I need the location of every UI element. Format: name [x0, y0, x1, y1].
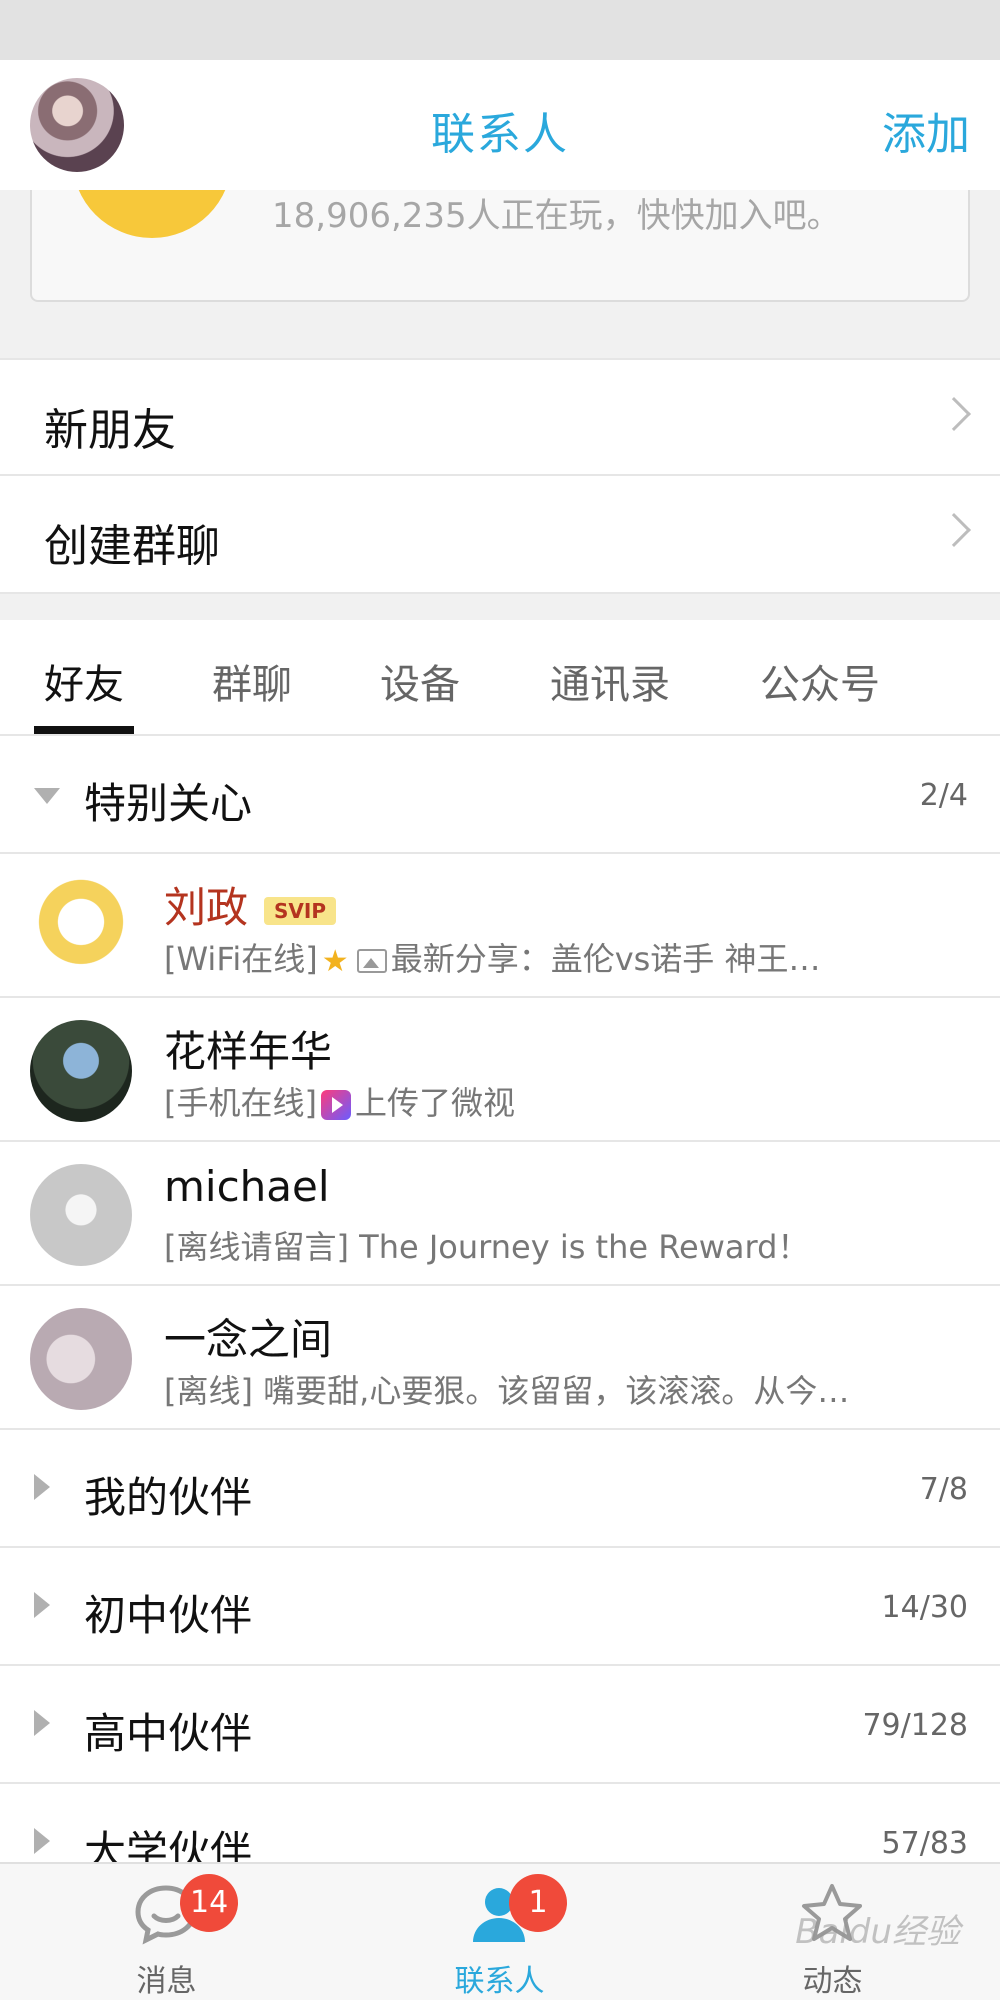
- group-row[interactable]: 高中伙伴 79/128: [0, 1666, 1000, 1784]
- unread-badge: 1: [509, 1874, 567, 1932]
- collapsed-triangle-icon: [34, 1592, 50, 1618]
- add-button[interactable]: 添加: [882, 98, 970, 162]
- group-row[interactable]: 初中伙伴 14/30: [0, 1548, 1000, 1666]
- status-text: The Journey is the Reward！: [359, 1228, 810, 1266]
- collapsed-triangle-icon: [34, 1474, 50, 1500]
- chevron-right-icon: [937, 397, 971, 431]
- online-status: [离线]: [164, 1372, 253, 1410]
- online-status: [手机在线]: [164, 1084, 317, 1122]
- group-special-care[interactable]: 特别关心 2/4: [0, 736, 1000, 854]
- status-text: 嘴要甜,心要狠。该留留，该滚滚。从今…: [263, 1372, 850, 1410]
- menu-label: 新朋友: [44, 405, 176, 456]
- contact-status: [手机在线] 上传了微视: [164, 1078, 515, 1124]
- contact-name: 刘政 SVIP: [164, 874, 336, 935]
- collapsed-triangle-icon: [34, 1828, 50, 1854]
- group-row[interactable]: 我的伙伴 7/8: [0, 1430, 1000, 1548]
- chevron-right-icon: [937, 513, 971, 547]
- tab-devices[interactable]: 设备: [380, 652, 460, 710]
- group-name: 我的伙伴: [84, 1473, 253, 1522]
- tab-messages[interactable]: 14 消息: [0, 1864, 333, 2000]
- tab-address-book[interactable]: 通讯录: [550, 652, 670, 710]
- contact-row[interactable]: 刘政 SVIP [WiFi在线] ★ 最新分享：盖伦vs诺手 神王…: [0, 854, 1000, 998]
- contacts-tabs: 好友 群聊 设备 通讯录 公众号: [0, 620, 1000, 736]
- group-count: 2/4: [919, 778, 968, 813]
- collapsed-triangle-icon: [34, 1710, 50, 1736]
- contact-row[interactable]: michael [离线请留言] The Journey is the Rewar…: [0, 1142, 1000, 1286]
- group-count: 57/83: [881, 1826, 968, 1861]
- contact-avatar: [30, 1308, 132, 1410]
- contact-avatar: [30, 1164, 132, 1266]
- contact-row[interactable]: 花样年华 [手机在线] 上传了微视: [0, 998, 1000, 1142]
- status-text: 最新分享：盖伦vs诺手 神王…: [390, 940, 821, 978]
- group-count: 7/8: [919, 1472, 968, 1507]
- weishi-icon: [320, 1090, 351, 1120]
- menu-label: 创建群聊: [44, 521, 220, 572]
- group-name: 特别关心: [84, 779, 253, 828]
- contact-avatar: [30, 1020, 132, 1122]
- active-tab-indicator: [34, 726, 134, 734]
- tab-label: 动态: [802, 1964, 863, 1999]
- unread-badge: 14: [180, 1874, 239, 1932]
- contact-status: [WiFi在线] ★ 最新分享：盖伦vs诺手 神王…: [164, 934, 820, 980]
- status-bar: [0, 0, 1000, 60]
- group-name: 初中伙伴: [84, 1591, 253, 1640]
- contact-name: michael: [164, 1162, 330, 1211]
- tab-groups[interactable]: 群聊: [212, 652, 292, 710]
- online-status: [离线请留言]: [164, 1228, 349, 1266]
- group-count: 14/30: [881, 1590, 968, 1625]
- page-title: 联系人: [431, 109, 569, 160]
- contact-status: [离线请留言] The Journey is the Reward！: [164, 1222, 809, 1268]
- tab-label: 联系人: [454, 1964, 545, 1999]
- online-status: [WiFi在线]: [164, 940, 318, 978]
- promo-text: 18,906,235人正在玩，快快加入吧。: [272, 196, 841, 236]
- contact-name: 一念之间: [164, 1315, 333, 1364]
- contact-name-text: 刘政: [164, 883, 249, 932]
- star-icon: ★: [321, 943, 349, 979]
- create-group-chat-row[interactable]: 创建群聊: [0, 474, 1000, 590]
- image-icon: [356, 949, 387, 973]
- status-text: 上传了微视: [354, 1084, 515, 1122]
- contact-row[interactable]: 一念之间 [离线] 嘴要甜,心要狠。该留留，该滚滚。从今…: [0, 1286, 1000, 1430]
- contact-status: [离线] 嘴要甜,心要狠。该留留，该滚滚。从今…: [164, 1366, 849, 1412]
- bottom-tab-bar: 14 消息 1 联系人 动态 Baidu经验: [0, 1862, 1000, 2000]
- svip-badge: SVIP: [264, 896, 336, 925]
- group-count: 79/128: [862, 1708, 968, 1743]
- contact-avatar: [30, 876, 132, 978]
- tab-friends[interactable]: 好友: [44, 652, 124, 710]
- section-divider: [0, 592, 1000, 620]
- contact-name: 花样年华: [164, 1027, 333, 1076]
- new-friends-row[interactable]: 新朋友: [0, 358, 1000, 474]
- tab-label: 消息: [136, 1964, 197, 1999]
- game-promo-banner[interactable]: 18,906,235人正在玩，快快加入吧。: [30, 138, 970, 302]
- tab-official-accounts[interactable]: 公众号: [760, 652, 880, 710]
- watermark: Baidu经验: [795, 1912, 960, 1952]
- header: 联系人 添加: [0, 60, 1000, 190]
- promo-area: 18,906,235人正在玩，快快加入吧。: [0, 138, 1000, 358]
- tab-contacts[interactable]: 1 联系人: [333, 1864, 666, 2000]
- group-name: 高中伙伴: [84, 1709, 253, 1758]
- expanded-triangle-icon: [34, 788, 60, 804]
